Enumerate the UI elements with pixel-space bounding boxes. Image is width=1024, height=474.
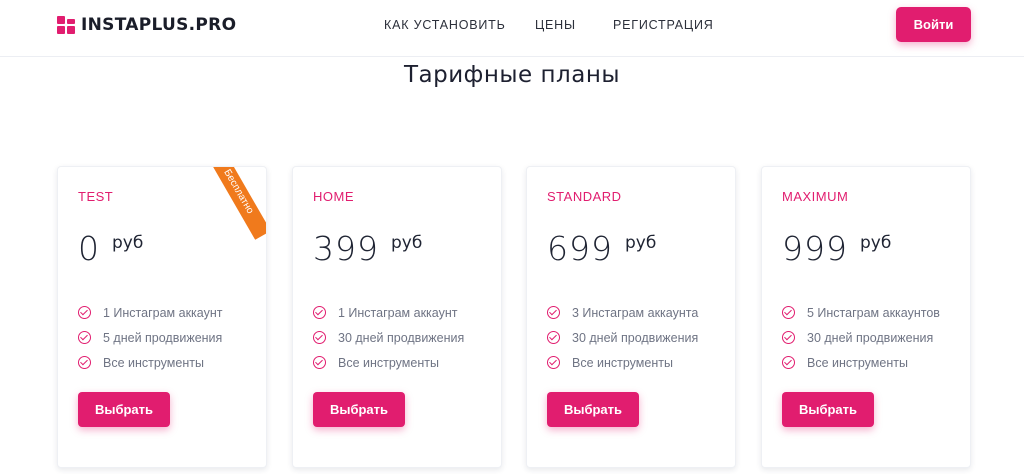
feature-label: 1 Инстаграм аккаунт	[338, 305, 458, 320]
plan-price: 399 руб	[313, 229, 422, 269]
feature-label: 30 дней продвижения	[572, 330, 699, 345]
check-circle-icon	[782, 331, 795, 344]
feature-label: 5 Инстаграм аккаунтов	[807, 305, 940, 320]
check-circle-icon	[547, 331, 560, 344]
check-circle-icon	[78, 356, 91, 369]
choose-plan-button[interactable]: Выбрать	[313, 392, 405, 427]
feature-item: Все инструменты	[313, 350, 464, 375]
feature-item: Все инструменты	[547, 350, 698, 375]
feature-list: 3 Инстаграм аккаунта 30 дней продвижения…	[547, 300, 698, 375]
feature-item: 30 дней продвижения	[782, 325, 940, 350]
choose-plan-button[interactable]: Выбрать	[547, 392, 639, 427]
feature-item: 30 дней продвижения	[313, 325, 464, 350]
plan-card-maximum: MAXIMUM 999 руб 5 Инстаграм аккаунтов 30…	[761, 166, 971, 468]
feature-item: Все инструменты	[78, 350, 222, 375]
check-circle-icon	[78, 331, 91, 344]
nav-link-prices[interactable]: ЦЕНЫ	[535, 18, 576, 32]
check-circle-icon	[547, 306, 560, 319]
plan-name: STANDARD	[547, 189, 622, 204]
feature-label: 3 Инстаграм аккаунта	[572, 305, 699, 320]
feature-label: 5 дней продвижения	[103, 330, 223, 345]
feature-label: Все инструменты	[572, 355, 673, 370]
feature-item: 1 Инстаграм аккаунт	[313, 300, 464, 325]
price-unit: руб	[391, 233, 423, 253]
free-ribbon: Бесплатно	[205, 167, 266, 240]
feature-list: 1 Инстаграм аккаунт 30 дней продвижения …	[313, 300, 464, 375]
plan-price: 0 руб	[78, 229, 143, 269]
feature-label: Все инструменты	[338, 355, 439, 370]
feature-label: Все инструменты	[807, 355, 908, 370]
feature-list: 1 Инстаграм аккаунт 5 дней продвижения В…	[78, 300, 222, 375]
plan-price: 999 руб	[782, 229, 891, 269]
plan-name: MAXIMUM	[782, 189, 849, 204]
choose-plan-button[interactable]: Выбрать	[782, 392, 874, 427]
price-value: 0	[78, 229, 100, 268]
check-circle-icon	[313, 306, 326, 319]
price-unit: руб	[112, 233, 144, 253]
top-bar: INSTAPLUS.PRO КАК УСТАНОВИТЬ ЦЕНЫ РЕГИСТ…	[0, 0, 1024, 57]
check-circle-icon	[78, 306, 91, 319]
feature-label: Все инструменты	[103, 355, 204, 370]
plan-card-test: Бесплатно TEST 0 руб 1 Инстаграм аккаунт…	[57, 166, 267, 468]
feature-item: 30 дней продвижения	[547, 325, 698, 350]
feature-item: 5 дней продвижения	[78, 325, 222, 350]
price-value: 399	[313, 229, 379, 268]
price-value: 699	[547, 229, 613, 268]
check-circle-icon	[547, 356, 560, 369]
login-button[interactable]: Войти	[896, 7, 971, 42]
plan-card-standard: STANDARD 699 руб 3 Инстаграм аккаунта 30…	[526, 166, 736, 468]
plan-name: TEST	[78, 189, 114, 204]
plan-price: 699 руб	[547, 229, 656, 269]
feature-label: 1 Инстаграм аккаунт	[103, 305, 223, 320]
check-circle-icon	[782, 356, 795, 369]
feature-label: 30 дней продвижения	[807, 330, 934, 345]
plan-name: HOME	[313, 189, 354, 204]
main-nav: КАК УСТАНОВИТЬ ЦЕНЫ РЕГИСТРАЦИЯ	[0, 18, 1024, 34]
check-circle-icon	[782, 306, 795, 319]
nav-link-how-to-install[interactable]: КАК УСТАНОВИТЬ	[384, 18, 506, 32]
feature-item: 3 Инстаграм аккаунта	[547, 300, 698, 325]
plan-card-home: HOME 399 руб 1 Инстаграм аккаунт 30 дней…	[292, 166, 502, 468]
feature-item: 1 Инстаграм аккаунт	[78, 300, 222, 325]
price-unit: руб	[860, 233, 892, 253]
feature-item: 5 Инстаграм аккаунтов	[782, 300, 940, 325]
price-value: 999	[782, 229, 848, 268]
page-title: Тарифные планы	[403, 62, 621, 88]
choose-plan-button[interactable]: Выбрать	[78, 392, 170, 427]
feature-list: 5 Инстаграм аккаунтов 30 дней продвижени…	[782, 300, 940, 375]
nav-link-registration[interactable]: РЕГИСТРАЦИЯ	[613, 18, 714, 32]
check-circle-icon	[313, 356, 326, 369]
feature-item: Все инструменты	[782, 350, 940, 375]
check-circle-icon	[313, 331, 326, 344]
price-unit: руб	[625, 233, 657, 253]
feature-label: 30 дней продвижения	[338, 330, 465, 345]
